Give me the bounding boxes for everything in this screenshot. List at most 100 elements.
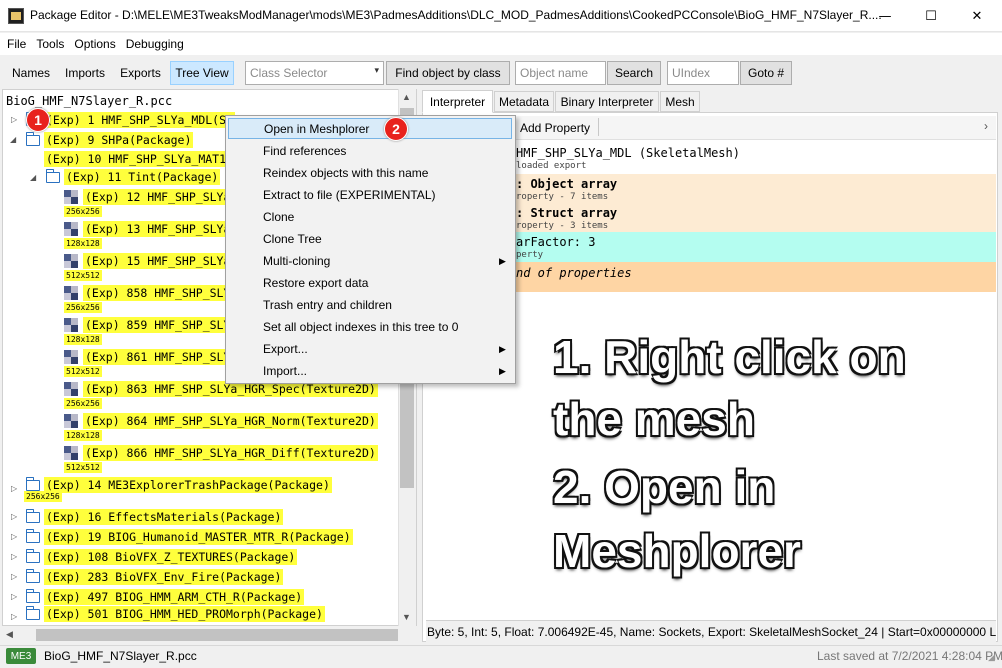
collapse-arrow-icon[interactable]: ◢ xyxy=(30,173,36,182)
menu-debugging[interactable]: Debugging xyxy=(121,37,189,51)
expand-arrow-icon[interactable]: ▷ xyxy=(11,484,17,493)
tree-row-label: (Exp) 16 EffectsMaterials(Package) xyxy=(44,509,284,525)
menu-item-export[interactable]: Export... xyxy=(228,338,512,359)
tab-metadata[interactable]: Metadata xyxy=(494,91,554,112)
chevron-down-icon: ▾ xyxy=(374,65,379,75)
folder-icon xyxy=(25,528,40,543)
tree-row[interactable]: (Exp) 859 HMF_SHP_SLYa xyxy=(64,316,240,334)
tree-row-label: (Exp) 15 HMF_SHP_SLYa xyxy=(83,253,233,269)
tree-row[interactable]: (Exp) 866 HMF_SHP_SLYa_HGR_Diff(Texture2… xyxy=(64,444,378,462)
tree-row-label: (Exp) 864 HMF_SHP_SLYa_HGR_Norm(Texture2… xyxy=(83,413,378,429)
tree-row-size: 256x256 xyxy=(64,398,102,409)
close-button[interactable]: ✕ xyxy=(954,0,1000,32)
menu-item-clone-tree[interactable]: Clone Tree xyxy=(228,228,512,249)
expand-arrow-icon[interactable]: ▷ xyxy=(11,612,17,621)
tree-row-label: (Exp) 14 ME3ExplorerTrashPackage(Package… xyxy=(44,477,332,493)
menu-tools[interactable]: Tools xyxy=(31,37,69,51)
collapse-arrow-icon[interactable]: ◢ xyxy=(10,135,16,144)
folder-icon xyxy=(25,508,40,523)
add-property-button[interactable]: Add Property xyxy=(520,121,590,135)
expand-arrow-icon[interactable]: ▷ xyxy=(11,592,17,601)
tree-row[interactable]: (Exp) 497 BIOG_HMM_ARM_CTH_R(Package) xyxy=(25,588,305,606)
property-sub: roperty - 3 items xyxy=(516,221,609,231)
expand-arrow-icon[interactable]: ▷ xyxy=(11,512,17,521)
tab-names[interactable]: Names xyxy=(6,61,56,85)
tree-row[interactable]: (Exp) 15 HMF_SHP_SLYa xyxy=(64,252,233,270)
tree-row[interactable]: (Exp) 858 HMF_SHP_SLYa xyxy=(64,284,240,302)
tree-row[interactable]: (Exp) 861 HMF_SHP_SLYa xyxy=(64,348,240,366)
tree-row-label: (Exp) 13 HMF_SHP_SLYa xyxy=(83,221,233,237)
class-selector-placeholder: Class Selector xyxy=(250,66,328,80)
goto-button[interactable]: Goto # xyxy=(740,61,792,85)
tab-mesh[interactable]: Mesh xyxy=(660,91,700,112)
tree-row[interactable]: (Exp) 14 ME3ExplorerTrashPackage(Package… xyxy=(25,476,332,494)
tree-row[interactable]: (Exp) 13 HMF_SHP_SLYa xyxy=(64,220,233,238)
menu-item-extract-to-file[interactable]: Extract to file (EXPERIMENTAL) xyxy=(228,184,512,205)
folder-icon xyxy=(25,605,40,620)
tree-row-size: 512x512 xyxy=(64,270,102,281)
folder-icon xyxy=(25,548,40,563)
texture-icon xyxy=(64,446,78,460)
minimize-button[interactable]: — xyxy=(862,0,908,32)
tab-imports[interactable]: Imports xyxy=(59,61,111,85)
search-button[interactable]: Search xyxy=(607,61,661,85)
submenu-arrow-icon: ▶ xyxy=(499,366,506,376)
menu-item-multi-cloning[interactable]: Multi-cloning xyxy=(228,250,512,271)
uindex-input[interactable]: UIndex xyxy=(667,61,739,85)
menu-item-clone[interactable]: Clone xyxy=(228,206,512,227)
resize-grip-icon[interactable]: ◢ xyxy=(988,652,995,663)
menu-item-set-indexes-zero[interactable]: Set all object indexes in this tree to 0 xyxy=(228,316,512,337)
expand-arrow-icon[interactable]: ▷ xyxy=(11,572,17,581)
expand-arrow-icon[interactable]: ▷ xyxy=(11,552,17,561)
property-sub: roperty - 7 items xyxy=(516,192,609,202)
class-selector-dropdown[interactable]: Class Selector ▾ xyxy=(245,61,384,85)
tree-row[interactable]: (Exp) 864 HMF_SHP_SLYa_HGR_Norm(Texture2… xyxy=(64,412,378,430)
tree-row-size: 256x256 xyxy=(64,302,102,313)
tree-row[interactable]: (Exp) 11 Tint(Package) xyxy=(45,168,221,186)
texture-icon xyxy=(64,254,78,268)
menu-item-open-in-meshplorer[interactable]: Open in Meshplorer xyxy=(228,118,512,139)
tree-row[interactable]: (Exp) 19 BIOG_Humanoid_MASTER_MTR_R(Pack… xyxy=(25,528,353,546)
tree-row-label: (Exp) 861 HMF_SHP_SLYa xyxy=(83,349,240,365)
tree-row[interactable]: (Exp) 9 SHPa(Package) xyxy=(25,131,194,149)
menu-file[interactable]: File xyxy=(2,37,31,51)
tab-interpreter[interactable]: Interpreter xyxy=(422,90,493,113)
tree-row[interactable]: (Exp) 10 HMF_SHP_SLYa_MAT1a xyxy=(44,150,235,168)
menu-item-import[interactable]: Import... xyxy=(228,360,512,381)
tree-row[interactable]: (Exp) 283 BioVFX_Env_Fire(Package) xyxy=(25,568,284,586)
tree-row[interactable]: (Exp) 12 HMF_SHP_SLYa xyxy=(64,188,233,206)
tree-hscroll-thumb[interactable] xyxy=(36,629,398,641)
step-badge-1: 1 xyxy=(26,108,50,132)
instruction-line-3: 2. Open in xyxy=(553,461,776,513)
texture-icon xyxy=(64,350,78,364)
tab-exports[interactable]: Exports xyxy=(114,61,167,85)
overflow-chevron-icon[interactable]: › xyxy=(984,119,988,133)
tree-row-label: (Exp) 501 BIOG_HMM_HED_PROMorph(Package) xyxy=(44,606,325,622)
scroll-left-icon[interactable]: ◀ xyxy=(6,629,13,640)
tree-row-label: (Exp) 19 BIOG_Humanoid_MASTER_MTR_R(Pack… xyxy=(44,529,353,545)
tree-row-label: (Exp) 108 BioVFX_Z_TEXTURES(Package) xyxy=(44,549,298,565)
tree-row-label: (Exp) 859 HMF_SHP_SLYa xyxy=(83,317,240,333)
expand-arrow-icon[interactable]: ▷ xyxy=(11,532,17,541)
submenu-arrow-icon: ▶ xyxy=(499,344,506,354)
tree-row[interactable]: (Exp) 108 BioVFX_Z_TEXTURES(Package) xyxy=(25,548,298,566)
maximize-button[interactable]: ☐ xyxy=(908,0,954,32)
property-sub: perty xyxy=(516,250,544,260)
menu-item-restore-export-data[interactable]: Restore export data xyxy=(228,272,512,293)
object-name-input[interactable]: Object name xyxy=(515,61,606,85)
menu-item-trash-entry[interactable]: Trash entry and children xyxy=(228,294,512,315)
scroll-up-icon[interactable]: ▲ xyxy=(402,92,411,102)
expand-arrow-icon[interactable]: ▷ xyxy=(11,115,17,124)
tree-row[interactable]: (Exp) 501 BIOG_HMM_HED_PROMorph(Package) xyxy=(25,605,325,623)
tab-tree-view[interactable]: Tree View xyxy=(170,61,234,85)
tree-row[interactable]: (Exp) 16 EffectsMaterials(Package) xyxy=(25,508,284,526)
status-last-saved: Last saved at 7/2/2021 4:28:04 PM xyxy=(817,649,1002,663)
tab-binary-interpreter[interactable]: Binary Interpreter xyxy=(555,91,659,112)
menu-options[interactable]: Options xyxy=(69,37,120,51)
menu-item-reindex[interactable]: Reindex objects with this name xyxy=(228,162,512,183)
find-object-by-class-button[interactable]: Find object by class xyxy=(386,61,510,85)
menu-item-find-references[interactable]: Find references xyxy=(228,140,512,161)
tree-row[interactable]: (Exp) 1 HMF_SHP_SLYa_MDL(Sk xyxy=(25,111,235,129)
scroll-down-icon[interactable]: ▼ xyxy=(402,612,411,622)
tree-row-label: (Exp) 858 HMF_SHP_SLYa xyxy=(83,285,240,301)
